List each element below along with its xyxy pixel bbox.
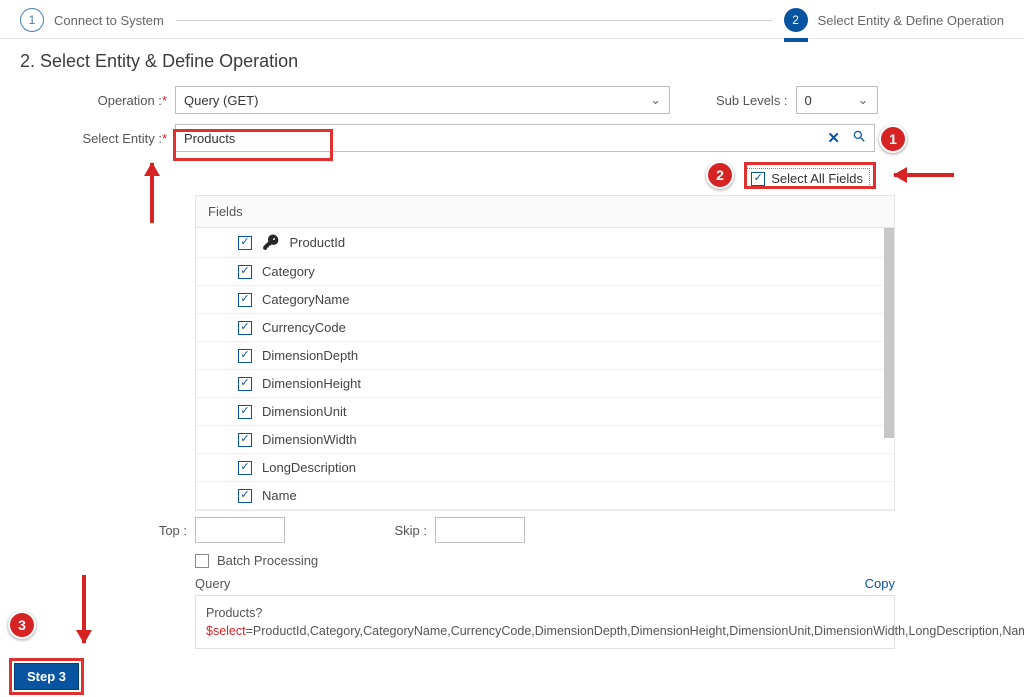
sublevels-value: 0 — [805, 93, 812, 108]
top-label: Top : — [135, 523, 195, 538]
field-row[interactable]: CurrencyCode — [196, 314, 894, 342]
field-checkbox[interactable] — [238, 433, 252, 447]
field-row[interactable]: CategoryName — [196, 286, 894, 314]
field-row[interactable]: 🔑 ProductId — [196, 228, 894, 258]
batch-checkbox[interactable] — [195, 554, 209, 568]
field-name: Category — [262, 264, 315, 279]
key-icon: 🔑 — [262, 234, 279, 251]
field-row[interactable]: DimensionUnit — [196, 398, 894, 426]
field-checkbox[interactable] — [238, 461, 252, 475]
operation-select[interactable]: Query (GET) ⌄ — [175, 86, 670, 114]
step-3-button[interactable]: Step 3 — [14, 663, 79, 690]
select-all-row: Select All Fields — [20, 162, 1004, 195]
field-row[interactable]: DimensionWidth — [196, 426, 894, 454]
top-skip-row: Top : Skip : — [135, 517, 1004, 543]
field-name: ProductId — [289, 235, 345, 250]
section-title: 2. Select Entity & Define Operation — [20, 51, 1004, 72]
step-2-label: Select Entity & Define Operation — [818, 13, 1004, 28]
annotation-badge-1: 1 — [879, 125, 907, 153]
wizard-stepper: 1 Connect to System 2 Select Entity & De… — [0, 0, 1024, 39]
query-label: Query — [195, 576, 230, 591]
skip-input[interactable] — [435, 517, 525, 543]
sublevels-select[interactable]: 0 ⌄ — [796, 86, 878, 114]
main-panel: 2. Select Entity & Define Operation Oper… — [0, 39, 1024, 697]
annotation-arrow-up — [150, 163, 154, 223]
field-row[interactable]: DimensionHeight — [196, 370, 894, 398]
top-input[interactable] — [195, 517, 285, 543]
entity-label: Select Entity :* — [20, 131, 175, 146]
annotation-badge-2: 2 — [706, 161, 734, 189]
entity-input[interactable] — [184, 131, 827, 146]
field-name: CurrencyCode — [262, 320, 346, 335]
field-name: DimensionWidth — [262, 432, 357, 447]
search-icon[interactable] — [852, 129, 866, 147]
field-checkbox[interactable] — [238, 377, 252, 391]
copy-button[interactable]: Copy — [865, 576, 895, 591]
scrollbar-thumb[interactable] — [884, 228, 894, 438]
entity-input-wrap: ✕ — [175, 124, 875, 152]
select-all-checkbox[interactable]: Select All Fields — [746, 168, 870, 189]
field-name: DimensionUnit — [262, 404, 347, 419]
query-section: Query Copy Products?$select=ProductId,Ca… — [195, 576, 895, 649]
field-checkbox[interactable] — [238, 489, 252, 503]
field-checkbox[interactable] — [238, 321, 252, 335]
field-checkbox[interactable] — [238, 265, 252, 279]
fields-panel: Fields 🔑 ProductId Category CategoryName Cur… — [195, 195, 895, 511]
step-1-number: 1 — [20, 8, 44, 32]
annotation-arrow-down — [82, 575, 86, 643]
batch-label: Batch Processing — [217, 553, 318, 568]
field-name: CategoryName — [262, 292, 349, 307]
fields-list[interactable]: 🔑 ProductId Category CategoryName CurrencyCo… — [196, 228, 894, 510]
annotation-highlight-step3: Step 3 — [9, 658, 84, 695]
field-row[interactable]: LongDescription — [196, 454, 894, 482]
step-2-number: 2 — [784, 8, 808, 32]
fields-column-header: Fields — [196, 196, 894, 228]
field-checkbox[interactable] — [238, 293, 252, 307]
operation-value: Query (GET) — [184, 93, 258, 108]
sublevels-label: Sub Levels : — [716, 93, 788, 108]
checkbox-icon — [751, 172, 765, 186]
field-name: DimensionDepth — [262, 348, 358, 363]
operation-label: Operation :* — [20, 93, 175, 108]
step-1-label: Connect to System — [54, 13, 164, 28]
field-row[interactable]: DimensionDepth — [196, 342, 894, 370]
query-textbox[interactable]: Products?$select=ProductId,Category,Cate… — [195, 595, 895, 649]
field-name: Name — [262, 488, 297, 503]
field-checkbox[interactable] — [238, 349, 252, 363]
step-connector — [176, 20, 772, 21]
select-all-label: Select All Fields — [771, 171, 863, 186]
annotation-badge-3: 3 — [8, 611, 36, 639]
chevron-down-icon: ⌄ — [858, 92, 869, 108]
chevron-down-icon: ⌄ — [650, 92, 661, 108]
field-checkbox[interactable] — [238, 236, 252, 250]
entity-row: Select Entity :* ✕ — [20, 124, 1004, 152]
field-row[interactable]: Name — [196, 482, 894, 510]
step-2[interactable]: 2 Select Entity & Define Operation — [784, 8, 1004, 32]
annotation-arrow-left — [894, 173, 954, 177]
clear-icon[interactable]: ✕ — [827, 129, 840, 147]
field-checkbox[interactable] — [238, 405, 252, 419]
operation-row: Operation :* Query (GET) ⌄ Sub Levels : … — [20, 86, 1004, 114]
batch-row: Batch Processing — [195, 553, 1004, 568]
skip-label: Skip : — [375, 523, 435, 538]
field-row[interactable]: Category — [196, 258, 894, 286]
field-name: LongDescription — [262, 460, 356, 475]
field-name: DimensionHeight — [262, 376, 361, 391]
step-1[interactable]: 1 Connect to System — [20, 8, 164, 32]
